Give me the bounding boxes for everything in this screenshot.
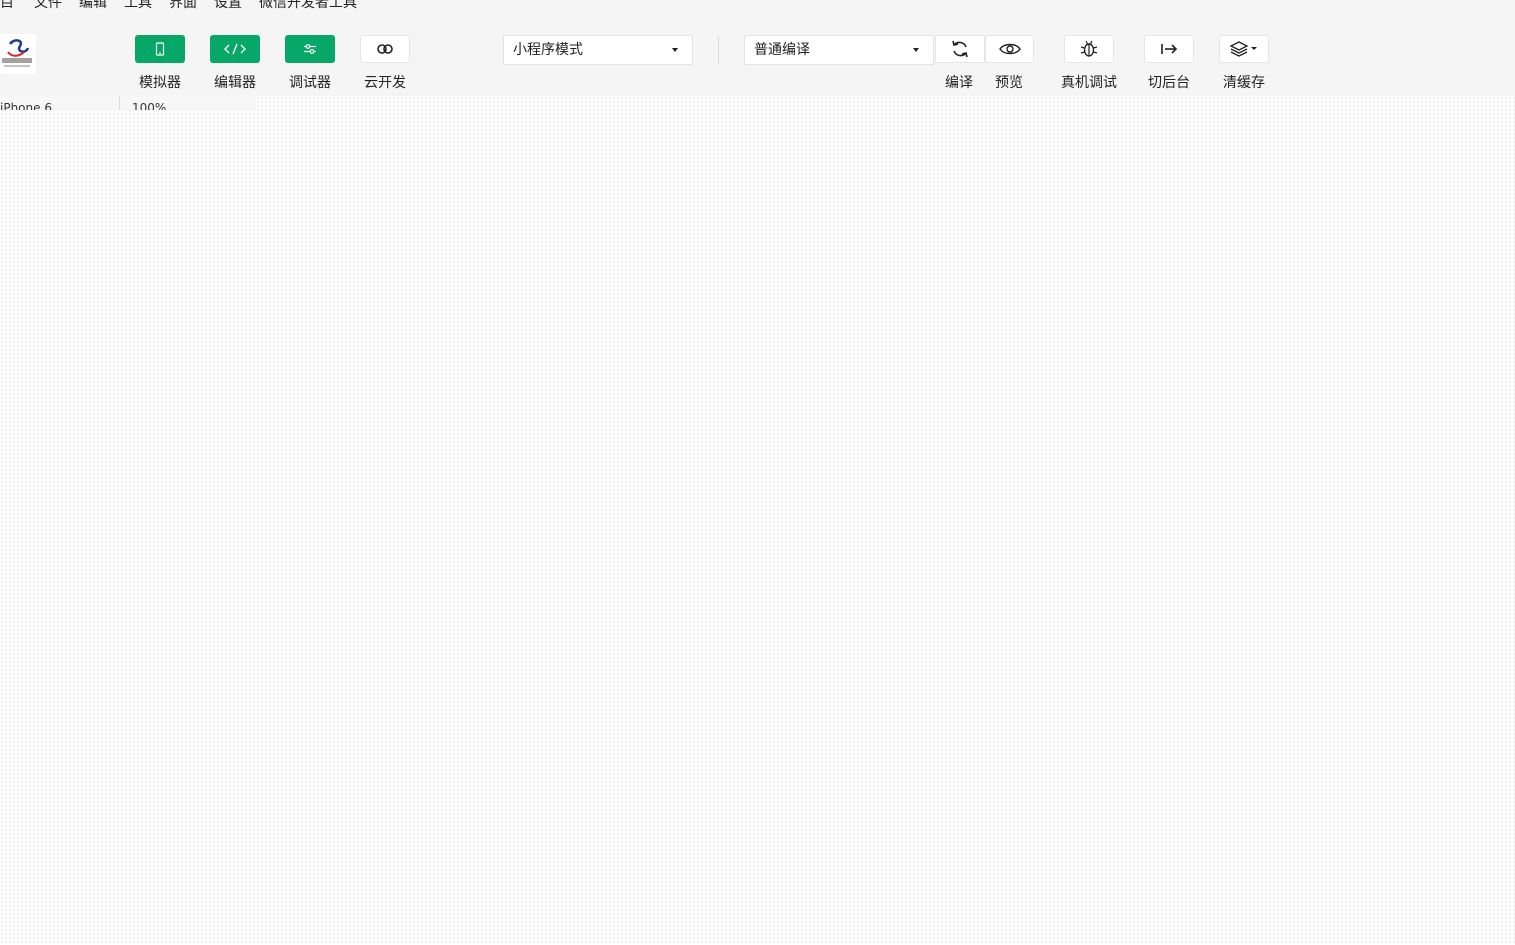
compile-mode-value: 普通编译: [754, 42, 810, 58]
compile-mode-select[interactable]: 普通编译: [744, 35, 934, 65]
project-avatar[interactable]: [0, 34, 36, 74]
switch-background-button[interactable]: [1144, 35, 1194, 63]
simulator-header-divider: [119, 96, 120, 110]
simulator-label: 模拟器: [139, 75, 181, 91]
exit-icon: [1161, 44, 1178, 54]
menu-interface[interactable]: 界面: [169, 0, 197, 10]
simulator-header: iPhone 6 100%: [0, 96, 256, 110]
code-icon: [224, 43, 246, 55]
switch-background-label: 切后台: [1148, 75, 1190, 91]
clear-cache-label: 清缓存: [1223, 75, 1265, 91]
mode-select[interactable]: 小程序模式: [503, 35, 693, 65]
menu-file[interactable]: 文件: [34, 0, 62, 10]
sliders-icon: [304, 44, 316, 54]
remote-debug-button[interactable]: [1064, 35, 1114, 63]
debugger-toggle-button[interactable]: [285, 35, 335, 63]
cloud-dev-button[interactable]: [360, 35, 410, 63]
menu-wechat-devtools[interactable]: 微信开发者工具: [259, 0, 357, 10]
chevron-down-icon: [913, 48, 919, 52]
editor-toggle-button[interactable]: [210, 35, 260, 63]
debugger-label: 调试器: [289, 75, 331, 91]
preview-button[interactable]: [985, 35, 1034, 63]
mode-select-value: 小程序模式: [513, 42, 583, 58]
menu-project[interactable]: 项目: [0, 0, 14, 10]
menu-edit[interactable]: 编辑: [79, 0, 107, 10]
clear-cache-button[interactable]: [1219, 35, 1269, 63]
main-toolbar: 模拟器 编辑器 调试器 云开发 小程序模式 普通编译 编译 预览 真机调试 切后…: [0, 14, 1515, 96]
menu-tools[interactable]: 工具: [124, 0, 152, 10]
menu-settings[interactable]: 设置: [214, 0, 242, 10]
zoom-select[interactable]: 100%: [132, 102, 166, 110]
refresh-icon: [952, 40, 968, 58]
layers-icon: [1230, 41, 1257, 57]
menu-bar: 项目 文件 编辑 工具 界面 设置 微信开发者工具: [0, 0, 1515, 14]
compile-button[interactable]: [935, 35, 985, 63]
bug-icon: [1080, 40, 1098, 57]
cloud-link-icon: [377, 44, 393, 54]
project-logo-icon: [2, 39, 32, 67]
preview-label: 预览: [995, 75, 1023, 91]
workspace-canvas: [0, 96, 1515, 945]
cloud-dev-label: 云开发: [364, 75, 406, 91]
chevron-down-icon: [672, 48, 678, 52]
phone-icon: [155, 42, 165, 56]
simulator-toggle-button[interactable]: [135, 35, 185, 63]
eye-icon: [998, 43, 1021, 55]
device-select[interactable]: iPhone 6: [0, 102, 52, 110]
remote-debug-label: 真机调试: [1061, 75, 1117, 91]
editor-label: 编辑器: [214, 75, 256, 91]
toolbar-divider: [718, 36, 719, 64]
